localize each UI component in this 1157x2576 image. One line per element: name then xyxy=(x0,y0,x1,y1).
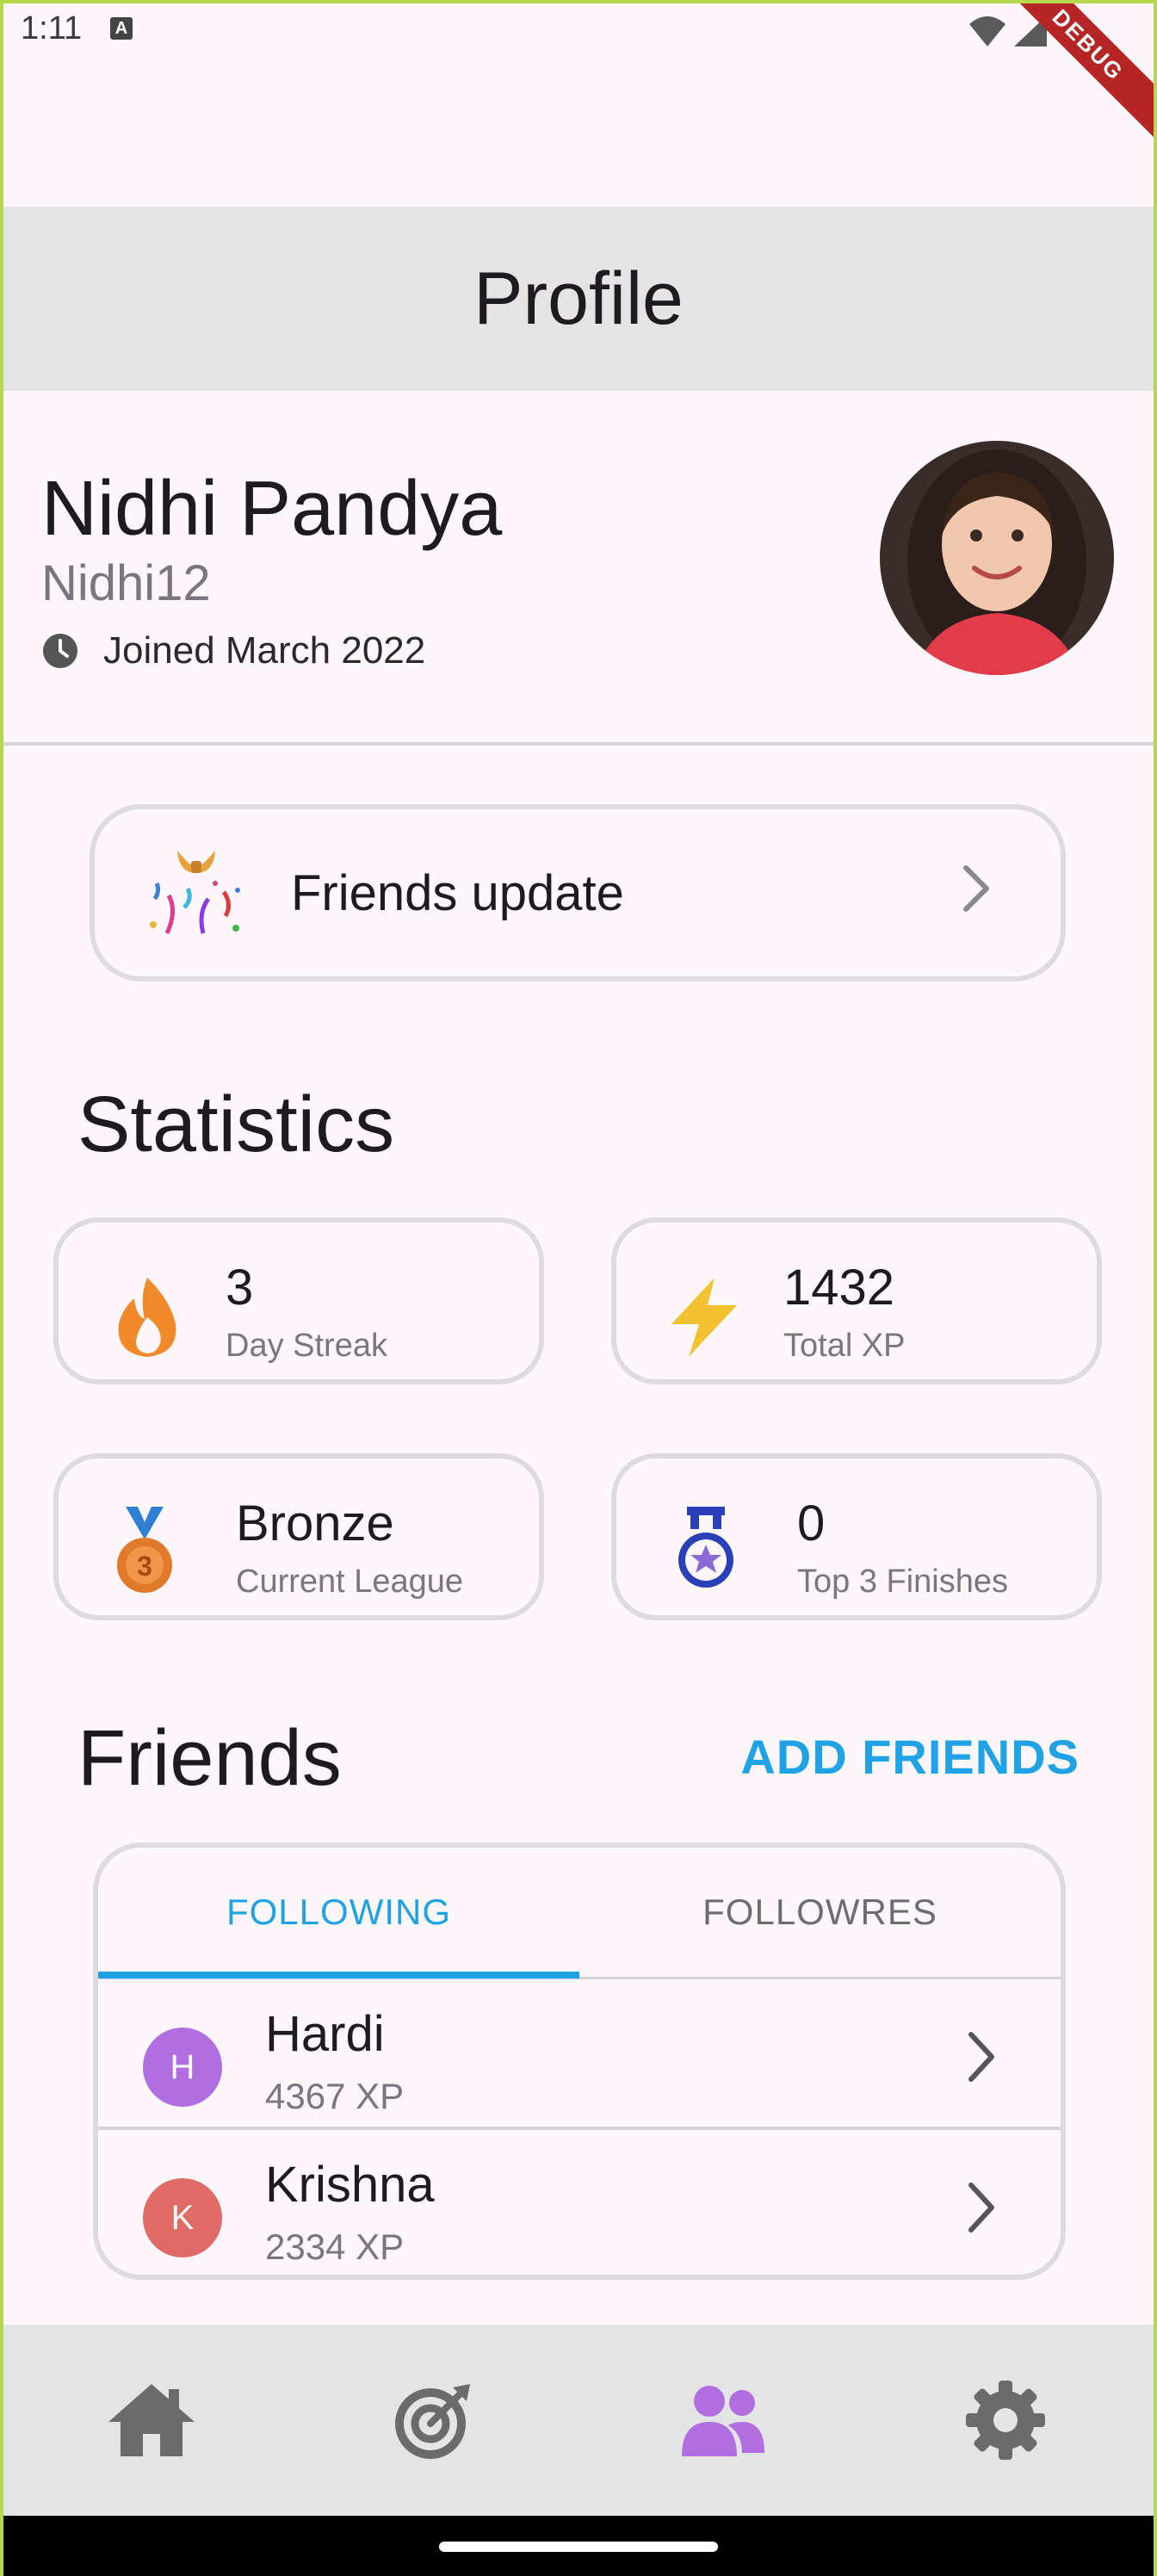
friends-icon xyxy=(682,2386,764,2456)
stat-value: 1432 xyxy=(783,1260,895,1316)
stat-card-current-league: 3 Bronze Current League xyxy=(53,1453,544,1620)
stat-value: 0 xyxy=(797,1495,826,1551)
stat-card-day-streak: 3 Day Streak xyxy=(53,1217,544,1384)
stat-card-total-xp: 1432 Total XP xyxy=(611,1217,1102,1384)
friend-name: Krishna xyxy=(265,2157,435,2213)
friend-row-krishna[interactable]: K Krishna 2334 XP xyxy=(98,2130,1061,2275)
stat-label: Current League xyxy=(236,1564,464,1600)
friend-row-hardi[interactable]: H Hardi 4367 XP xyxy=(98,1979,1061,2129)
clock-icon xyxy=(43,634,77,668)
profile-username: Nidhi12 xyxy=(41,555,211,611)
friends-update-label: Friends update xyxy=(291,865,624,921)
page-title: Profile xyxy=(473,257,684,340)
stat-label: Day Streak xyxy=(226,1328,387,1364)
notification-icon: A xyxy=(110,17,133,40)
status-time: 1:11 xyxy=(21,10,83,46)
target-icon xyxy=(395,2384,470,2459)
nav-home[interactable] xyxy=(7,2325,296,2516)
wifi-icon xyxy=(969,16,1005,46)
stat-value: Bronze xyxy=(236,1495,394,1551)
header-divider xyxy=(0,742,1157,746)
friend-name: Hardi xyxy=(265,2006,385,2062)
friends-title: Friends xyxy=(77,1714,342,1802)
statistics-title: Statistics xyxy=(77,1081,395,1168)
profile-avatar[interactable] xyxy=(880,441,1114,675)
nav-goals[interactable] xyxy=(289,2325,578,2516)
friend-xp: 4367 XP xyxy=(265,2076,405,2116)
settings-icon xyxy=(966,2381,1045,2460)
bottom-navigation xyxy=(0,2325,1157,2516)
chevron-right-icon xyxy=(968,2032,994,2082)
friends-update-card[interactable]: Friends update xyxy=(90,804,1066,981)
status-bar: 1:11 A xyxy=(0,0,1157,62)
avatar-photo xyxy=(880,441,1114,675)
nav-friends[interactable] xyxy=(578,2325,868,2516)
nav-settings[interactable] xyxy=(861,2325,1150,2516)
profile-name: Nidhi Pandya xyxy=(41,466,503,552)
friend-avatar: H xyxy=(143,2028,222,2107)
fire-icon xyxy=(118,1278,176,1357)
lightning-icon xyxy=(671,1278,737,1357)
party-popper-icon xyxy=(150,851,240,935)
medal-icon xyxy=(678,1507,733,1588)
bronze-medal-icon: 3 xyxy=(117,1507,172,1593)
friend-xp: 2334 XP xyxy=(265,2226,405,2267)
chevron-right-icon xyxy=(963,865,989,912)
home-gesture-handle[interactable] xyxy=(439,2542,718,2552)
friend-avatar: K xyxy=(143,2178,222,2257)
friends-card: FOLLOWING FOLLOWRES H Hardi 4367 XP K Kr… xyxy=(93,1842,1066,2280)
joined-row: Joined March 2022 xyxy=(41,625,425,677)
home-icon xyxy=(108,2384,195,2456)
stat-card-top-finishes: 0 Top 3 Finishes xyxy=(611,1453,1102,1620)
chevron-right-icon xyxy=(968,2183,994,2232)
add-friends-button[interactable]: ADD FRIENDS xyxy=(740,1729,1080,1785)
tab-indicator xyxy=(98,1972,579,1978)
joined-date: Joined March 2022 xyxy=(103,629,426,672)
app-bar: Profile xyxy=(0,207,1157,391)
tab-followers[interactable]: FOLLOWRES xyxy=(579,1848,1061,1977)
stat-value: 3 xyxy=(226,1260,254,1316)
tab-following[interactable]: FOLLOWING xyxy=(98,1848,579,1977)
stat-label: Total XP xyxy=(783,1328,906,1364)
stat-label: Top 3 Finishes xyxy=(797,1564,1009,1600)
svg-text:3: 3 xyxy=(137,1551,152,1582)
